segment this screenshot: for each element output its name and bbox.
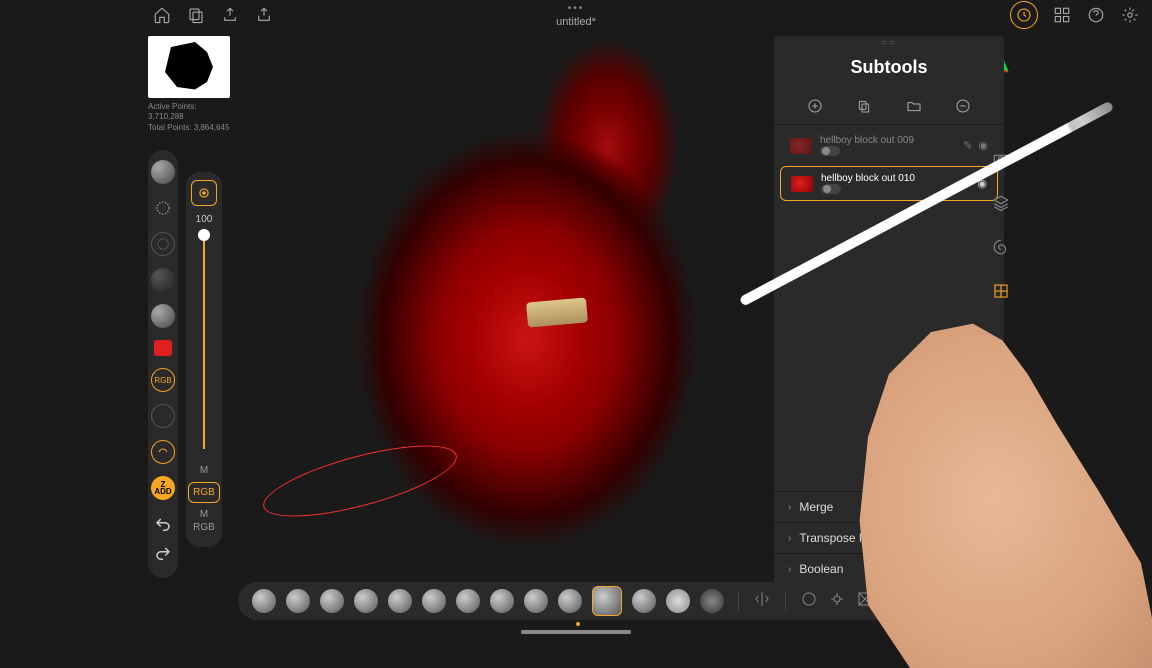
point-stats: Active Points: 3,710,288 Total Points: 3… [148, 102, 230, 133]
panel-title: Subtools [774, 51, 1004, 88]
tool-option-1[interactable] [151, 232, 175, 256]
slider-footer-rgb: RGB [193, 522, 215, 533]
help-icon[interactable] [1086, 5, 1106, 25]
add-subtool-icon[interactable] [805, 96, 825, 116]
section-boolean[interactable]: ›Boolean [774, 553, 1004, 584]
subtool-label: hellboy block out 010 [821, 173, 954, 184]
subtools-panel: == Subtools hellboy block out 009 ✎ ◉ he… [774, 36, 1004, 615]
slider-value: 100 [196, 214, 213, 225]
camera-icon[interactable] [990, 148, 1012, 170]
section-merge[interactable]: ›Merge [774, 491, 1004, 522]
remove-subtool-icon[interactable] [953, 96, 973, 116]
brush-preset-12[interactable] [632, 589, 656, 613]
perspective-icon[interactable] [856, 590, 874, 613]
brush-preset-9[interactable] [524, 589, 548, 613]
chevron-right-icon: › [788, 564, 791, 575]
brush-preset-6[interactable] [422, 589, 446, 613]
brush-preset-5[interactable] [388, 589, 412, 613]
section-transpose-master[interactable]: ›Transpose Master [774, 522, 1004, 553]
chevron-right-icon: › [788, 533, 791, 544]
document-title: untitled* [556, 16, 596, 28]
layers-icon[interactable] [990, 192, 1012, 214]
panel-grip[interactable]: == [774, 36, 1004, 51]
subtool-item-selected[interactable]: hellboy block out 010 ✎ ◉ [780, 166, 998, 201]
tool-option-2[interactable] [151, 268, 175, 292]
intensity-slider[interactable] [203, 229, 205, 449]
subtool-item[interactable]: hellboy block out 009 ✎ ◉ [780, 129, 998, 162]
rgb-mode-button[interactable]: RGB [151, 368, 175, 392]
history-icon[interactable] [1010, 1, 1038, 29]
brush-visibility-icon[interactable]: ✎ [963, 139, 972, 152]
brush-preset-8[interactable] [490, 589, 514, 613]
page-indicator [576, 622, 580, 626]
folder-subtool-icon[interactable] [904, 96, 924, 116]
swirl-icon[interactable] [990, 236, 1012, 258]
grid-snap-icon[interactable] [990, 280, 1012, 302]
zadd-button[interactable]: Z ADD [151, 476, 175, 500]
brush-preset-3[interactable] [320, 589, 344, 613]
home-indicator[interactable] [521, 630, 631, 634]
brush-preset-10[interactable] [558, 589, 582, 613]
subtool-label: hellboy block out 009 [820, 135, 955, 146]
export-icon[interactable] [220, 5, 240, 25]
settings-icon[interactable] [1120, 5, 1140, 25]
redo-icon[interactable] [154, 545, 172, 568]
home-icon[interactable] [152, 5, 172, 25]
brush-palette [238, 582, 944, 620]
draw-mode-icon[interactable] [191, 180, 217, 206]
slider-mode-label: M [200, 465, 208, 476]
view-mode-1-icon[interactable] [800, 590, 818, 613]
brush-preset-1[interactable] [252, 589, 276, 613]
stroke-icon[interactable] [151, 196, 175, 220]
tool-option-3[interactable] [151, 304, 175, 328]
color-swatch[interactable] [154, 340, 172, 356]
brush-preset-13[interactable] [666, 589, 690, 613]
frame-icon[interactable] [912, 590, 930, 613]
symmetry-icon[interactable] [753, 590, 771, 613]
brush-visibility-icon[interactable]: ✎ [962, 177, 971, 190]
subtool-toggle[interactable] [821, 184, 841, 194]
brush-preset-selected[interactable] [592, 586, 622, 616]
share-icon[interactable] [254, 5, 274, 25]
view-mode-2-icon[interactable] [828, 590, 846, 613]
viewport-canvas[interactable] [230, 36, 770, 586]
slider-footer-m: M [200, 509, 208, 520]
brush-preset-7[interactable] [456, 589, 480, 613]
brush-preset-2[interactable] [286, 589, 310, 613]
subtool-thumbnail [790, 138, 812, 154]
tool-option-5[interactable] [151, 440, 175, 464]
subtool-toggle[interactable] [820, 146, 840, 156]
material-sphere[interactable] [151, 160, 175, 184]
alpha-thumbnail[interactable] [148, 36, 230, 98]
subtool-thumbnail [791, 176, 813, 192]
menu-dots-icon[interactable]: ••• [556, 3, 596, 14]
slider-thumb[interactable] [198, 229, 210, 241]
undo-icon[interactable] [154, 516, 172, 539]
floor-icon[interactable] [884, 590, 902, 613]
brush-preset-4[interactable] [354, 589, 378, 613]
duplicate-subtool-icon[interactable] [854, 96, 874, 116]
files-icon[interactable] [186, 5, 206, 25]
tool-option-4[interactable] [151, 404, 175, 428]
brush-preset-14[interactable] [700, 589, 724, 613]
chevron-right-icon: › [788, 502, 791, 513]
rgb-toggle-button[interactable]: RGB [188, 482, 220, 503]
layout-icon[interactable] [1052, 5, 1072, 25]
